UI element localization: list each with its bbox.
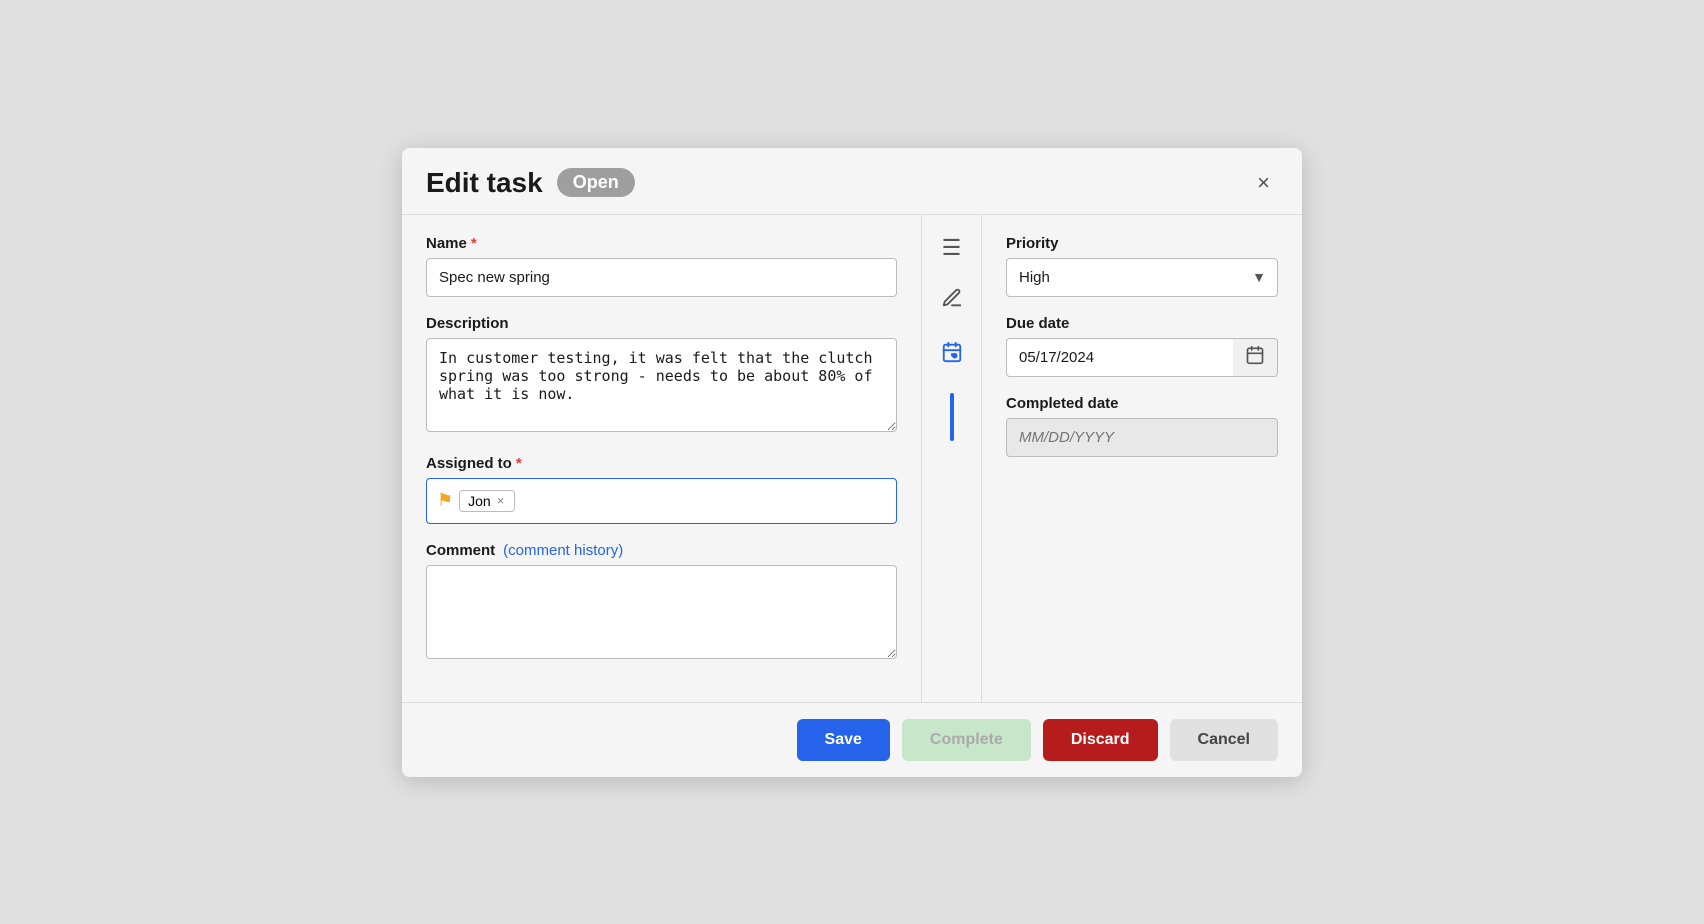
status-badge: Open	[557, 168, 635, 197]
dialog-body: Name * Description Assigned to * ⚑	[402, 214, 1302, 702]
discard-button[interactable]: Discard	[1043, 719, 1158, 761]
calendar-icon	[941, 341, 963, 369]
due-date-input[interactable]	[1006, 338, 1233, 377]
dialog-title: Edit task Open	[426, 167, 635, 199]
description-field-group: Description	[426, 315, 897, 437]
due-date-label: Due date	[1006, 315, 1278, 332]
calendar-picker-icon	[1245, 345, 1265, 370]
comment-label: Comment (comment history)	[426, 542, 897, 559]
save-button[interactable]: Save	[797, 719, 890, 761]
middle-icons-panel: ☰	[922, 215, 982, 702]
name-field-group: Name *	[426, 235, 897, 297]
description-label: Description	[426, 315, 897, 332]
assigned-to-label: Assigned to *	[426, 455, 897, 472]
priority-select[interactable]: Low Medium High Critical	[1006, 258, 1278, 297]
list-icon-button[interactable]: ☰	[938, 231, 966, 265]
completed-date-input	[1006, 418, 1278, 457]
assigned-required: *	[516, 455, 522, 472]
priority-field-group: Priority Low Medium High Critical ▼	[1006, 235, 1278, 297]
calendar-picker-button[interactable]	[1233, 338, 1278, 377]
left-panel: Name * Description Assigned to * ⚑	[402, 215, 922, 702]
assignee-tag: Jon ×	[459, 490, 515, 512]
name-label: Name *	[426, 235, 897, 252]
list-icon: ☰	[942, 235, 962, 261]
close-button[interactable]: ×	[1249, 166, 1278, 200]
assigned-to-field-group: Assigned to * ⚑ Jon ×	[426, 455, 897, 524]
dialog-header: Edit task Open ×	[402, 148, 1302, 214]
name-input[interactable]	[426, 258, 897, 297]
dialog-footer: Save Complete Discard Cancel	[402, 702, 1302, 777]
priority-label: Priority	[1006, 235, 1278, 252]
tag-remove-button[interactable]: ×	[495, 493, 507, 508]
flag-icon: ⚑	[437, 490, 453, 511]
edit-icon	[941, 287, 963, 315]
due-date-field-group: Due date	[1006, 315, 1278, 377]
comment-input[interactable]	[426, 565, 897, 659]
active-indicator	[950, 393, 954, 441]
due-date-wrap	[1006, 338, 1278, 377]
description-input[interactable]	[426, 338, 897, 432]
assignee-box[interactable]: ⚑ Jon ×	[426, 478, 897, 524]
priority-select-wrap: Low Medium High Critical ▼	[1006, 258, 1278, 297]
comment-field-group: Comment (comment history)	[426, 542, 897, 664]
complete-button: Complete	[902, 719, 1031, 761]
comment-history-link[interactable]: (comment history)	[503, 542, 623, 559]
edit-icon-button[interactable]	[937, 283, 967, 319]
completed-date-field-group: Completed date	[1006, 395, 1278, 457]
completed-date-label: Completed date	[1006, 395, 1278, 412]
right-panel: Priority Low Medium High Critical ▼ Due …	[982, 215, 1302, 702]
cancel-button[interactable]: Cancel	[1170, 719, 1278, 761]
title-text: Edit task	[426, 167, 543, 199]
name-required: *	[471, 235, 477, 252]
calendar-icon-button[interactable]	[937, 337, 967, 373]
edit-task-dialog: Edit task Open × Name * Description	[402, 148, 1302, 777]
